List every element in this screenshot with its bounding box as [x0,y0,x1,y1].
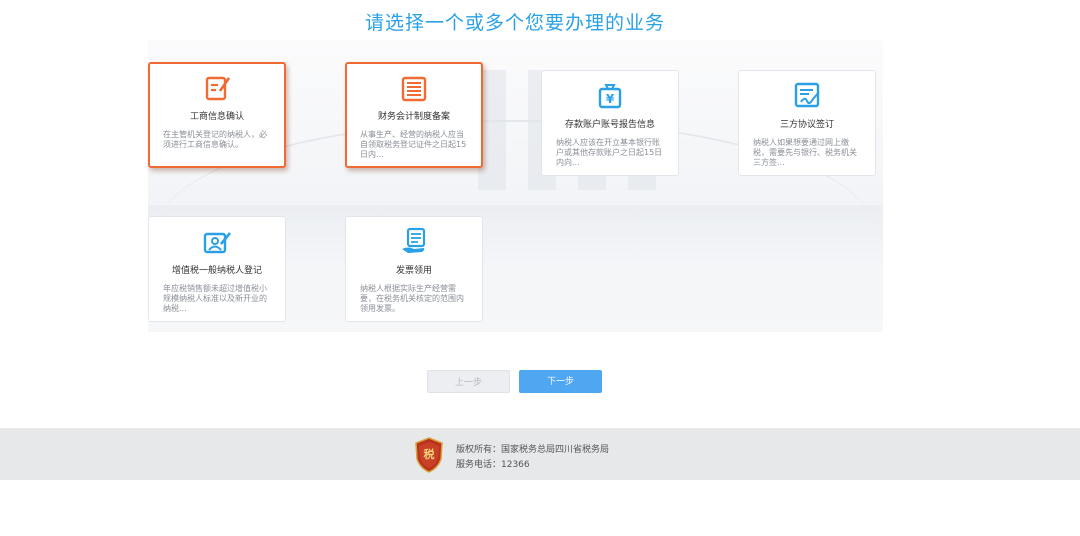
person-card-icon [203,232,232,254]
emblem-text: 税 [424,447,435,461]
signature-doc-icon [794,82,820,108]
card-tripartite-agreement[interactable]: 三方协议签订 纳税人如果想要通过网上缴税，需要先与银行、税务机关三方签... [738,70,876,176]
card-title: 存款账户账号报告信息 [564,120,655,130]
card-vat-general-taxpayer-registration[interactable]: 增值税一般纳税人登记 年应税销售额未超过增值税小规模纳税人标准以及新开业的纳税.… [148,216,286,322]
service-phone: 服务电话：12366 [456,460,530,470]
card-description: 纳税人如果想要通过网上缴税，需要先与银行、税务机关三方签... [753,138,857,167]
card-title: 三方协议签订 [779,120,834,130]
card-description: 纳税人应该在开立基本银行账户或其他存款账户之日起15日内向... [556,138,663,167]
card-description: 在主管机关登记的纳税人，必须进行工商信息确认。 [163,130,267,149]
card-deposit-account-report[interactable]: ¥ 存款账户账号报告信息 纳税人应该在开立基本银行账户或其他存款账户之日起15日… [541,70,679,176]
card-invoice-collection[interactable]: 发票领用 纳税人根据实际生产经营需要，在税务机关核定的范围内领用发票。 [345,216,483,322]
yuan-bag-icon: ¥ [598,84,622,109]
document-list-icon [401,76,427,102]
card-description: 纳税人根据实际生产经营需要，在税务机关核定的范围内领用发票。 [360,284,464,313]
card-title: 财务会计制度备案 [377,112,450,122]
card-title: 增值税一般纳税人登记 [171,266,262,276]
footer: 税 版权所有：国家税务总局四川省税务局 服务电话：12366 [0,428,1080,480]
card-accounting-system-filing[interactable]: 财务会计制度备案 从事生产、经营的纳税人应当自领取税务登记证件之日起15日内..… [345,62,483,168]
tax-bureau-emblem-icon: 税 [415,437,443,473]
card-description: 年应税销售额未超过增值税小规模纳税人标准以及新开业的纳税... [163,284,267,313]
next-step-button[interactable]: 下一步 [519,370,602,393]
card-title: 发票领用 [395,266,432,276]
invoice-hand-icon [402,227,426,253]
prev-step-button[interactable]: 上一步 [427,370,510,393]
card-business-info-confirm[interactable]: 工商信息确认 在主管机关登记的纳税人，必须进行工商信息确认。 [148,62,286,168]
copyright-text: 版权所有：国家税务总局四川省税务局 [456,445,610,455]
page-title: 请选择一个或多个您要办理的业务 [364,12,665,34]
card-description: 从事生产、经营的纳税人应当自领取税务登记证件之日起15日内... [360,130,467,159]
svg-text:¥: ¥ [606,92,615,106]
card-title: 工商信息确认 [189,112,244,122]
edit-form-icon [205,76,231,101]
